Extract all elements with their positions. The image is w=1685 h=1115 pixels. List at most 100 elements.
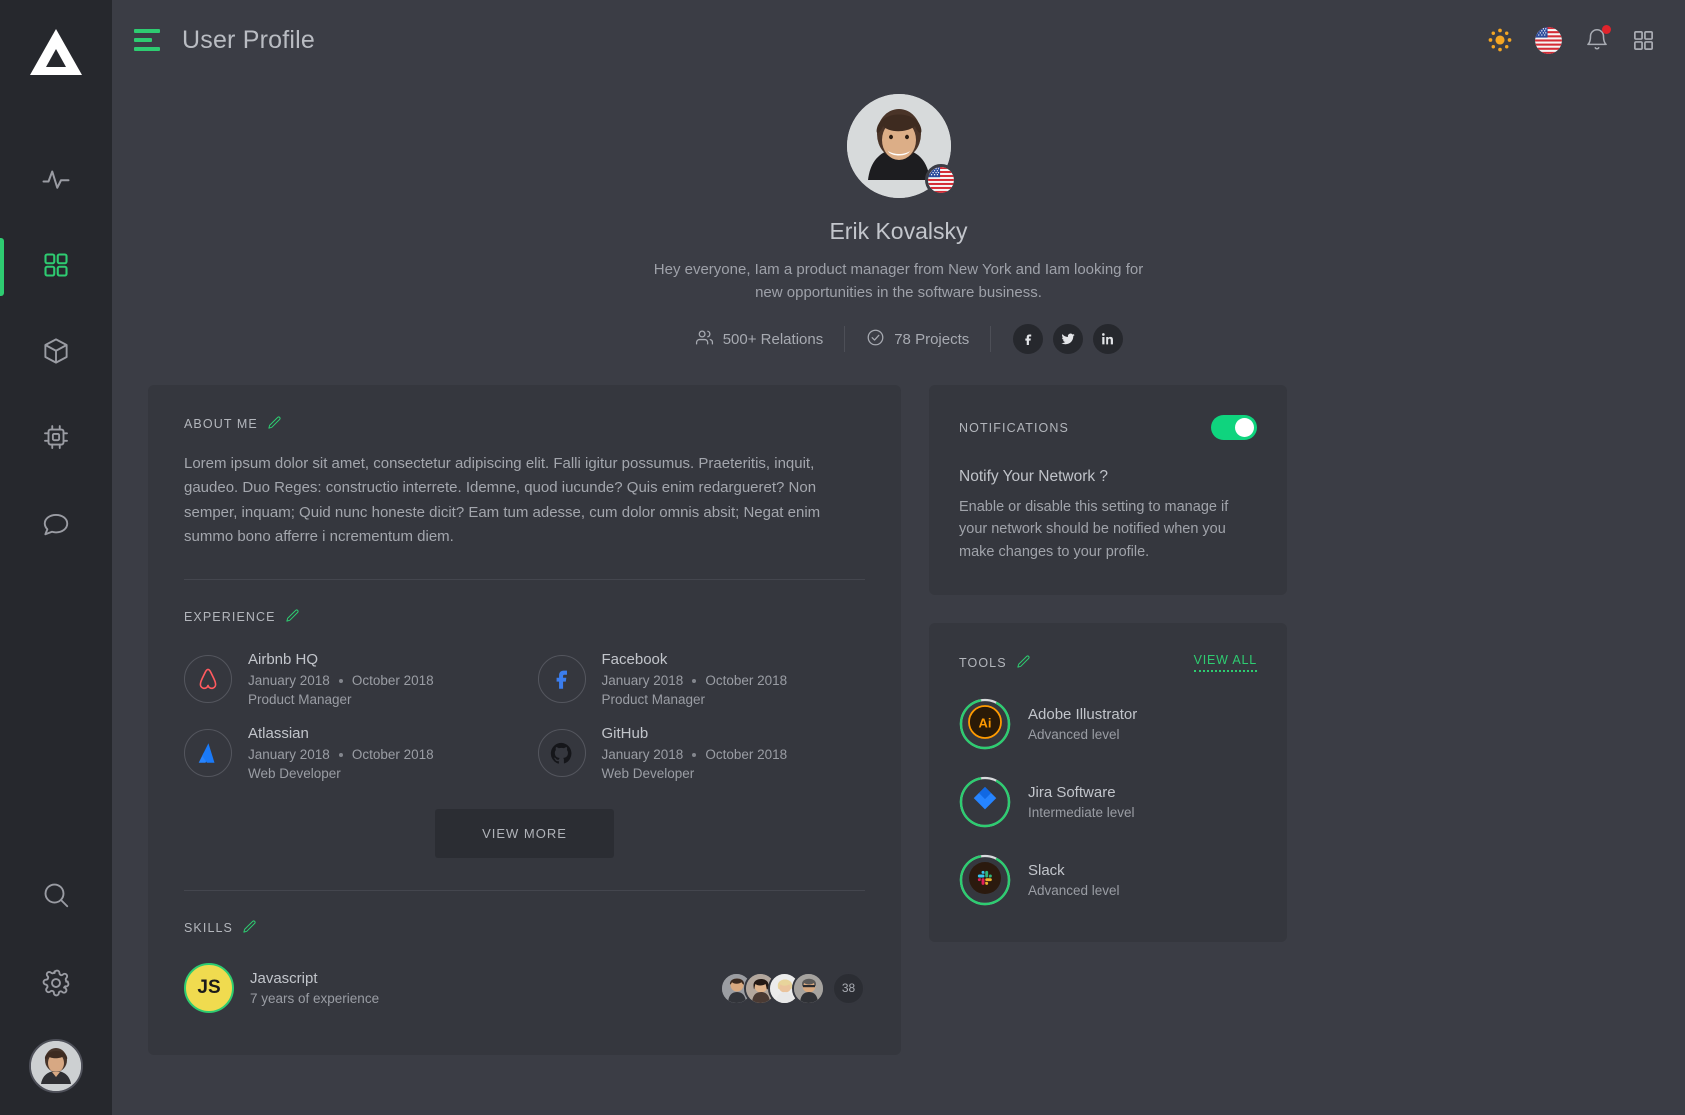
view-more-button[interactable]: VIEW MORE [435,809,614,859]
toggle-knob [1235,418,1254,437]
us-flag-icon[interactable] [1535,26,1562,54]
experience-start: January 2018 [601,747,684,763]
atlassian-logo [184,729,232,778]
pencil-icon[interactable] [285,608,300,626]
skill-meta: Javascript 7 years of experience [250,970,379,1006]
profile-bio: Hey everyone, Iam a product manager from… [653,261,1144,301]
sidebar-item-messages[interactable] [0,482,112,568]
bell-icon[interactable] [1584,25,1611,53]
check-circle-icon [866,328,885,351]
experience-end: October 2018 [351,747,434,763]
experience-section-header: EXPERIENCE [184,608,865,626]
twitter-icon[interactable] [1053,324,1084,354]
search-icon [41,880,71,915]
topbar: User Profile [112,0,1685,80]
sidebar-item-packages[interactable] [0,310,112,396]
dot-separator [692,752,697,757]
sidebar-item-search[interactable] [0,853,112,941]
apps-grid-icon[interactable] [1632,29,1655,52]
profile-avatar-wrap [846,94,957,198]
notifications-toggle[interactable] [1211,415,1257,440]
dot-separator [338,678,343,683]
experience-title: EXPERIENCE [184,610,276,625]
about-title: ABOUT ME [184,417,258,431]
experience-dates: January 2018 October 2018 [602,673,788,688]
tool-meta: Jira Software Intermediate level [1028,784,1135,820]
hamburger-line [134,47,160,51]
tool-level: Intermediate level [1028,805,1135,821]
tool-progress-ring: Ai [959,698,1011,750]
chip-icon [41,422,71,457]
tool-meta: Slack Advanced level [1028,862,1120,898]
airbnb-logo [184,655,232,704]
tool-progress-ring [959,854,1011,906]
notifications-title: NOTIFICATIONS [959,420,1069,435]
notifications-header: NOTIFICATIONS [959,415,1257,440]
gear-icon [41,968,71,1003]
linkedin-icon[interactable] [1093,324,1124,354]
avatar[interactable] [792,971,825,1005]
experience-item[interactable]: GitHub January 2018 October 2018 Web Dev… [537,725,866,781]
experience-start: January 2018 [248,673,330,689]
sidebar-item-dashboard[interactable] [0,224,112,310]
tool-item[interactable]: Jira Software Intermediate level [959,776,1257,828]
sun-icon[interactable] [1487,27,1513,53]
divider [184,579,865,581]
social-links [991,324,1124,354]
view-all-link[interactable]: VIEW ALL [1193,653,1257,673]
experience-item[interactable]: Facebook January 2018 October 2018 Produ… [537,651,866,707]
dot-separator [692,678,697,683]
triangle-logo[interactable] [28,24,84,80]
experience-role: Product Manager [601,692,706,708]
topbar-actions [1487,25,1655,54]
tools-header: TOOLS VIEW ALL [959,653,1257,673]
tool-level: Advanced level [1028,727,1120,743]
facebook-icon[interactable] [1013,324,1044,354]
sidebar-item-settings[interactable] [0,941,112,1029]
hamburger-icon[interactable] [134,29,160,51]
stat-relations-label: 500+ Relations [722,330,824,348]
skill-endorsers: 38 [720,971,865,1005]
content-grid: ABOUT ME Lorem ipsum dolor sit amet, con… [112,354,1685,1056]
stat-projects[interactable]: 78 Projects [845,328,990,351]
experience-list: Airbnb HQ January 2018 October 2018 Prod… [184,651,865,781]
experience-dates: January 2018 October 2018 [248,747,434,762]
experience-meta: Airbnb HQ January 2018 October 2018 Prod… [248,651,434,707]
flag-circle [1535,26,1562,54]
stat-relations[interactable]: 500+ Relations [674,328,845,351]
cube-icon [41,336,71,371]
about-text: Lorem ipsum dolor sit amet, consectetur … [184,455,821,545]
tools-title: TOOLS [959,655,1007,670]
profile-stats: 500+ Relations 78 Projects [112,324,1685,354]
main-area: User Profile Erik Kovalsky Hey everyone,… [112,0,1685,1115]
tool-name: Jira Software [1028,784,1116,802]
tool-item[interactable]: Slack Advanced level [959,854,1257,906]
experience-meta: Facebook January 2018 October 2018 Produ… [602,651,788,707]
tool-item[interactable]: Ai Adobe Illustrator Advanced level [959,698,1257,750]
pencil-icon[interactable] [267,415,282,433]
sidebar-nav [0,138,112,568]
people-icon [695,328,714,351]
pencil-icon[interactable] [242,919,257,937]
experience-company: Atlassian [248,725,309,743]
sidebar-item-activity[interactable] [0,138,112,224]
experience-item[interactable]: Airbnb HQ January 2018 October 2018 Prod… [184,651,512,707]
endorsers-count[interactable]: 38 [832,971,865,1005]
dot-separator [338,752,343,757]
tool-name: Adobe Illustrator [1028,706,1138,724]
experience-item[interactable]: Atlassian January 2018 October 2018 Web … [184,725,512,781]
experience-dates: January 2018 October 2018 [602,747,788,762]
pencil-icon[interactable] [1016,654,1031,672]
experience-company: GitHub [601,725,649,743]
divider [184,890,865,892]
experience-dates: January 2018 October 2018 [248,673,434,688]
hamburger-line [134,38,152,42]
experience-start: January 2018 [248,747,330,763]
skills-title: SKILLS [184,921,233,936]
avatar[interactable] [29,1039,83,1093]
experience-end: October 2018 [351,673,434,689]
notifications-card: NOTIFICATIONS Notify Your Network ? Enab… [929,385,1287,596]
sidebar-item-hardware[interactable] [0,396,112,482]
profile-name: Erik Kovalsky [829,218,968,244]
skill-item[interactable]: JS Javascript 7 years of experience 38 [184,963,865,1014]
